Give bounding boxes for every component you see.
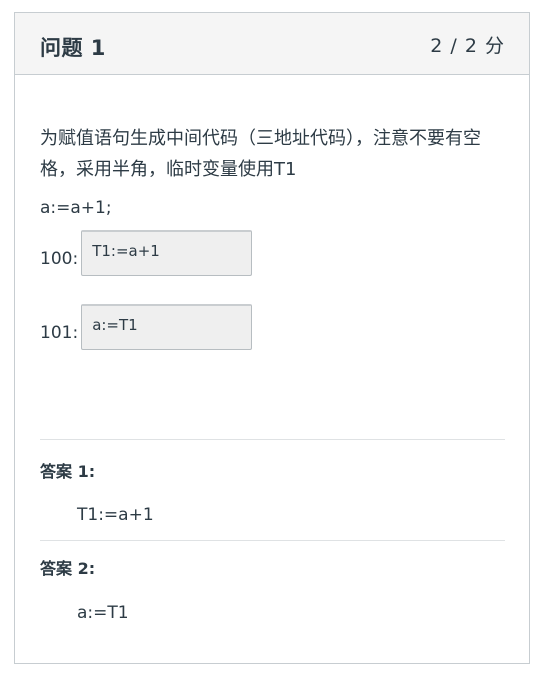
divider [40, 439, 505, 440]
question-header: 问题 1 2 / 2 分 [15, 13, 529, 75]
code-statement: a:=a+1; [40, 198, 112, 218]
question-title: 问题 1 [40, 36, 106, 60]
blank-row-101: 101: a:=T1 [40, 304, 253, 350]
answer-label-2: 答案 2: [40, 559, 96, 578]
blank-label: 101: [40, 323, 79, 343]
blank-input-100[interactable]: T1:=a+1 [81, 230, 253, 276]
blank-input-101[interactable]: a:=T1 [81, 304, 253, 350]
blank-label: 100: [40, 249, 79, 269]
question-points: 2 / 2 分 [430, 35, 505, 57]
divider [40, 540, 505, 541]
question-card: 问题 1 2 / 2 分 为赋值语句生成中间代码（三地址代码），注意不要有空格，… [14, 12, 530, 664]
blank-row-100: 100: T1:=a+1 [40, 230, 253, 276]
answer-value-1: T1:=a+1 [77, 505, 154, 525]
answer-label-1: 答案 1: [40, 462, 96, 481]
answer-value-2: a:=T1 [77, 603, 129, 623]
question-prompt: 为赋值语句生成中间代码（三地址代码），注意不要有空格，采用半角，临时变量使用T1 [40, 128, 481, 180]
